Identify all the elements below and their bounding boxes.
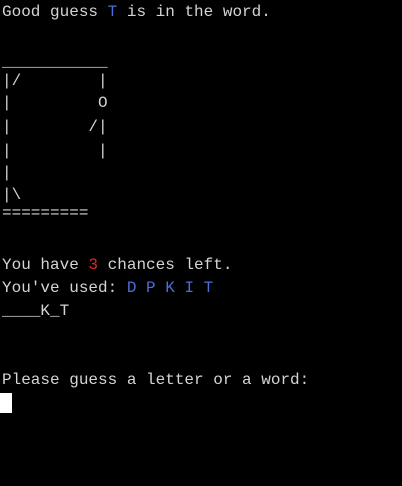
text-cursor[interactable] <box>0 393 12 413</box>
chances-remaining: You have 3 chances left. <box>2 256 232 275</box>
gallows-line: | O <box>2 94 108 112</box>
chances-prefix: You have <box>2 256 89 274</box>
gallows-base: ========= <box>2 204 89 222</box>
guessed-letter: T <box>107 3 118 21</box>
used-label: You've used: <box>2 279 127 297</box>
feedback-prefix: Good guess <box>2 3 108 21</box>
gallows-line: ___________ <box>2 53 108 71</box>
gallows-line: |\ <box>2 186 22 204</box>
chances-count: 3 <box>88 256 99 274</box>
gallows-line: | /| <box>2 118 108 136</box>
word-progress: ____K_T <box>2 302 70 320</box>
chances-suffix: chances left. <box>98 256 233 274</box>
guess-feedback-message: Good guess T is in the word. <box>2 3 271 22</box>
gallows-line: | <box>2 164 12 182</box>
feedback-suffix: is in the word. <box>117 3 271 21</box>
used-letters: You've used: D P K I T <box>2 279 213 298</box>
used-letters-list: D P K I T <box>126 279 214 297</box>
input-prompt: Please guess a letter or a word: <box>2 371 310 389</box>
gallows-line: | | <box>2 142 108 160</box>
terminal-window: Good guess T is in the word. ___________… <box>0 0 402 486</box>
gallows-line: |/ | <box>2 72 108 90</box>
